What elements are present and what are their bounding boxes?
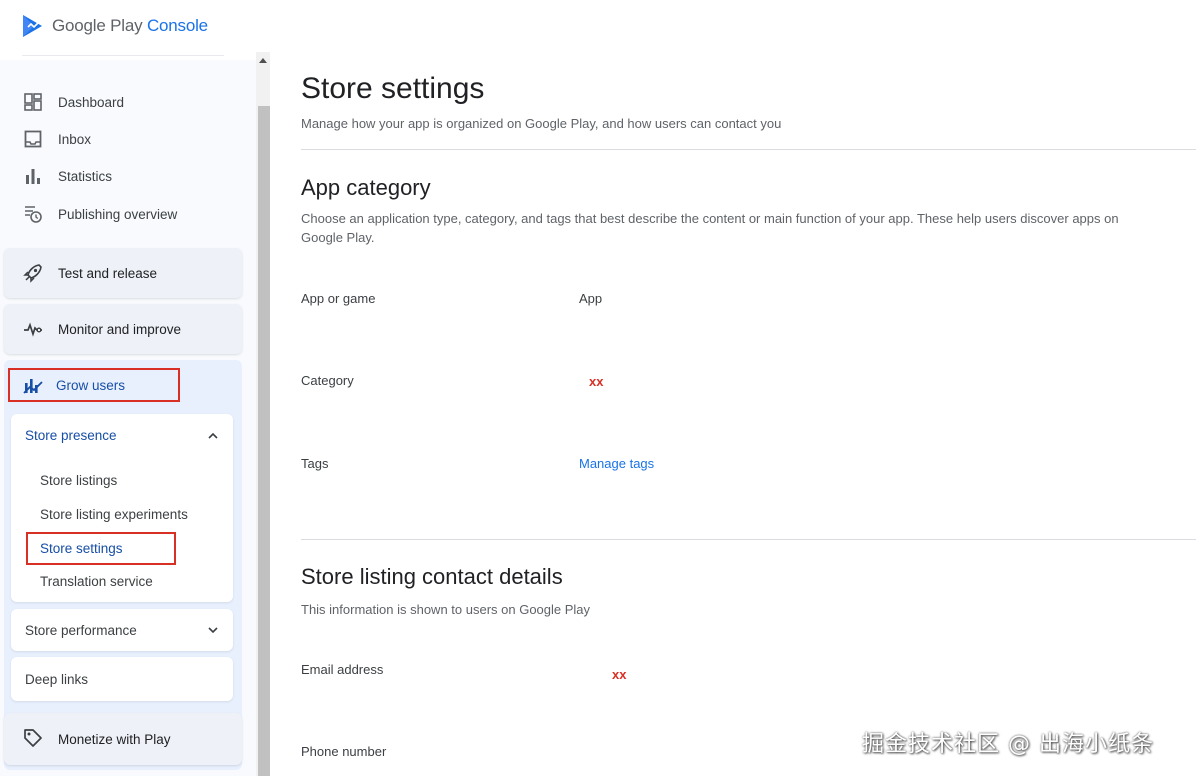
- brand-google-play: Google Play: [52, 16, 143, 35]
- sidebar-item-label: Dashboard: [58, 94, 125, 110]
- sidebar-item-dashboard[interactable]: Dashboard: [0, 84, 240, 120]
- store-presence-group: Store presence Store listings Store list…: [11, 414, 233, 602]
- scrollbar-thumb[interactable]: [258, 106, 270, 776]
- play-console-logo-icon: [23, 15, 42, 37]
- field-label-category: Category: [301, 373, 354, 388]
- sidebar-item-label: Inbox: [58, 131, 92, 147]
- sidebar-grow-users-header[interactable]: Grow users: [8, 368, 180, 402]
- chevron-down-icon[interactable]: [207, 624, 219, 636]
- contact-details-title: Store listing contact details: [301, 564, 563, 589]
- brand-divider: [22, 55, 224, 56]
- sidebar: Dashboard Inbox Statistics Publishing ov…: [0, 60, 256, 776]
- store-presence-header[interactable]: Store presence: [25, 428, 117, 443]
- divider: [301, 149, 1196, 150]
- main-content: Store settings Manage how your app is or…: [270, 52, 1196, 776]
- field-label-tags: Tags: [301, 456, 329, 471]
- field-label-app-or-game: App or game: [301, 291, 376, 306]
- chevron-up-icon[interactable]: [207, 430, 219, 442]
- sidebar-item-label: Publishing overview: [58, 206, 178, 222]
- active-item-highlight: [26, 532, 176, 565]
- page-subtitle: Manage how your app is organized on Goog…: [301, 116, 782, 131]
- nav-translation-service[interactable]: Translation service: [40, 574, 153, 589]
- sidebar-item-publishing-overview[interactable]: Publishing overview: [0, 196, 240, 232]
- rocket-icon: [22, 262, 44, 284]
- sidebar-section-test-release[interactable]: Test and release: [4, 248, 242, 298]
- tag-icon: [22, 727, 44, 749]
- sidebar-section-monetize[interactable]: Monetize with Play: [4, 713, 242, 765]
- watermark: 掘金技术社区 @ 出海小纸条: [862, 732, 1154, 757]
- play-console-logo[interactable]: Google Play Console: [22, 12, 208, 40]
- brand-title: Google Play Console: [52, 16, 208, 36]
- store-performance-header: Store performance: [25, 623, 137, 638]
- app-category-description: Choose an application type, category, an…: [301, 211, 1119, 245]
- bar-chart-icon: [22, 165, 44, 187]
- manage-tags-link[interactable]: Manage tags: [579, 456, 654, 471]
- divider: [301, 539, 1196, 540]
- field-label-email: Email address: [301, 662, 384, 677]
- brand-console: Console: [146, 16, 208, 35]
- scroll-up-arrow-icon[interactable]: [259, 57, 267, 65]
- sidebar-item-statistics[interactable]: Statistics: [0, 158, 240, 194]
- app-category-title: App category: [301, 175, 431, 200]
- sidebar-item-label: Statistics: [58, 168, 113, 184]
- contact-details-description: This information is shown to users on Go…: [301, 602, 591, 617]
- deep-links-label: Deep links: [25, 672, 89, 687]
- section-label: Test and release: [58, 266, 158, 281]
- sidebar-section-monitor[interactable]: Monitor and improve: [4, 304, 242, 354]
- inbox-icon: [22, 128, 44, 150]
- section-label: Monetize with Play: [58, 732, 171, 747]
- page-title: Store settings: [301, 72, 485, 105]
- nav-store-listings[interactable]: Store listings: [40, 473, 117, 488]
- field-label-phone: Phone number: [301, 744, 387, 759]
- field-value-category: xx: [589, 374, 604, 389]
- dashboard-icon: [22, 91, 44, 113]
- deep-links-item[interactable]: Deep links: [11, 657, 233, 701]
- field-value-app-or-game: App: [579, 291, 603, 306]
- vitals-icon: [22, 318, 44, 340]
- sidebar-item-inbox[interactable]: Inbox: [0, 121, 240, 157]
- nav-store-listing-experiments[interactable]: Store listing experiments: [40, 507, 188, 522]
- section-label: Monitor and improve: [58, 322, 182, 337]
- field-value-email: xx: [612, 667, 627, 682]
- publishing-overview-icon: [22, 203, 44, 225]
- grow-users-icon: [23, 379, 43, 394]
- store-performance-group[interactable]: Store performance: [11, 609, 233, 651]
- section-label: Grow users: [56, 378, 126, 393]
